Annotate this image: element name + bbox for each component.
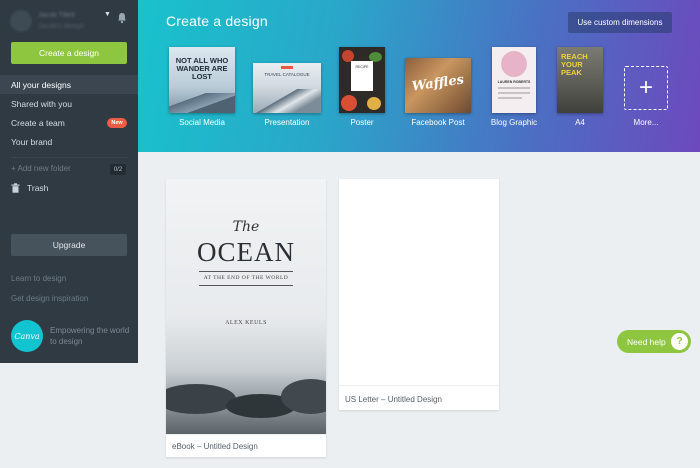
folder-count-badge: 0/2: [110, 164, 126, 175]
upgrade-button[interactable]: Upgrade: [11, 234, 127, 256]
avatar: [10, 10, 32, 32]
thumb-text: TRAVEL CATALOGUE: [264, 72, 310, 77]
tagline: Empowering the world to design: [50, 326, 130, 346]
mountain-graphic: [169, 93, 235, 113]
cover-title: OCEAN: [197, 237, 295, 267]
create-design-banner: Create a design Use custom dimensions NO…: [138, 0, 700, 152]
template-facebook-post[interactable]: Waffles: [405, 58, 471, 113]
thumb-text: NOT ALL WHO WANDER ARE LOST: [175, 56, 229, 81]
template-label[interactable]: More...: [601, 118, 691, 127]
create-design-button[interactable]: Create a design: [11, 42, 127, 64]
thumb-text: LAUREN ROBERTS: [497, 80, 531, 84]
thumb-line: [498, 92, 530, 94]
thumb-line: [498, 87, 530, 89]
sidebar-item-label: Create a team: [11, 117, 65, 128]
cover-rule: [199, 285, 293, 286]
sidebar: Jacob Tillett Jacob's design ▼ Create a …: [0, 0, 146, 363]
bell-icon[interactable]: [116, 12, 128, 24]
ebook-cover: The OCEAN AT THE END OF THE WORLD ALEX K…: [166, 179, 326, 434]
canva-logo: Canva: [11, 320, 43, 352]
question-icon: ?: [671, 333, 688, 350]
add-folder-link[interactable]: + Add new folder: [11, 164, 71, 173]
divider: [339, 385, 499, 386]
user-name: Jacob Tillett: [38, 12, 75, 19]
thumb-graphic: [501, 51, 527, 77]
thumb-text: REACH YOUR PEAK: [561, 52, 588, 77]
sidebar-item-label: Shared with you: [11, 98, 72, 109]
inspiration-link[interactable]: Get design inspiration: [11, 294, 88, 303]
user-subtitle: Jacob's design: [38, 23, 85, 30]
divider: [166, 434, 326, 435]
learn-link[interactable]: Learn to design: [11, 274, 66, 283]
thumb-text: RECIPE: [355, 65, 369, 69]
cover-the: The: [232, 219, 260, 235]
custom-dimensions-button[interactable]: Use custom dimensions: [568, 12, 672, 33]
thumb-accent: [281, 66, 293, 69]
sidebar-item-shared[interactable]: Shared with you: [0, 94, 138, 113]
trash-icon: [11, 183, 20, 193]
cover-rule: [199, 271, 293, 272]
sidebar-item-all-designs[interactable]: All your designs: [0, 75, 146, 94]
sidebar-item-label: All your designs: [11, 79, 72, 90]
sidebar-item-brand[interactable]: Your brand: [0, 132, 138, 151]
user-menu[interactable]: Jacob Tillett Jacob's design ▼: [10, 8, 130, 36]
thumb-line: [498, 97, 522, 99]
new-badge: New: [107, 118, 127, 128]
divider: [11, 157, 127, 158]
thumb-graphic: [341, 95, 357, 111]
more-templates-button[interactable]: +: [624, 66, 668, 110]
help-label: Need help: [627, 336, 666, 347]
design-title[interactable]: eBook – Untitled Design: [172, 442, 258, 451]
thumb-graphic: [367, 97, 381, 110]
template-social-media[interactable]: NOT ALL WHO WANDER ARE LOST: [169, 47, 235, 113]
cover-author: ALEX KEULS: [225, 320, 267, 326]
sidebar-item-label: Trash: [27, 183, 49, 193]
design-card-ebook[interactable]: The OCEAN AT THE END OF THE WORLD ALEX K…: [166, 179, 326, 457]
sidebar-item-label: Your brand: [11, 136, 53, 147]
sidebar-item-trash[interactable]: Trash: [11, 183, 48, 193]
rock-graphic: [166, 384, 236, 414]
template-a4[interactable]: REACH YOUR PEAK: [557, 47, 603, 113]
thumb-text: Waffles: [411, 72, 465, 95]
thumb-card: RECIPE: [351, 61, 373, 91]
cover-subtitle: AT THE END OF THE WORLD: [203, 275, 289, 281]
mountain-graphic: [253, 89, 321, 113]
design-title[interactable]: US Letter – Untitled Design: [345, 395, 442, 404]
need-help-button[interactable]: Need help ?: [617, 330, 691, 353]
design-card-us-letter[interactable]: US Letter – Untitled Design: [339, 179, 499, 410]
chevron-down-icon[interactable]: ▼: [104, 11, 111, 18]
plus-icon: +: [638, 74, 653, 101]
template-blog-graphic[interactable]: LAUREN ROBERTS: [492, 47, 536, 113]
template-presentation[interactable]: TRAVEL CATALOGUE: [253, 63, 321, 113]
template-label[interactable]: Social Media: [157, 118, 247, 127]
banner-title: Create a design: [166, 13, 268, 29]
template-poster[interactable]: RECIPE: [339, 47, 385, 113]
